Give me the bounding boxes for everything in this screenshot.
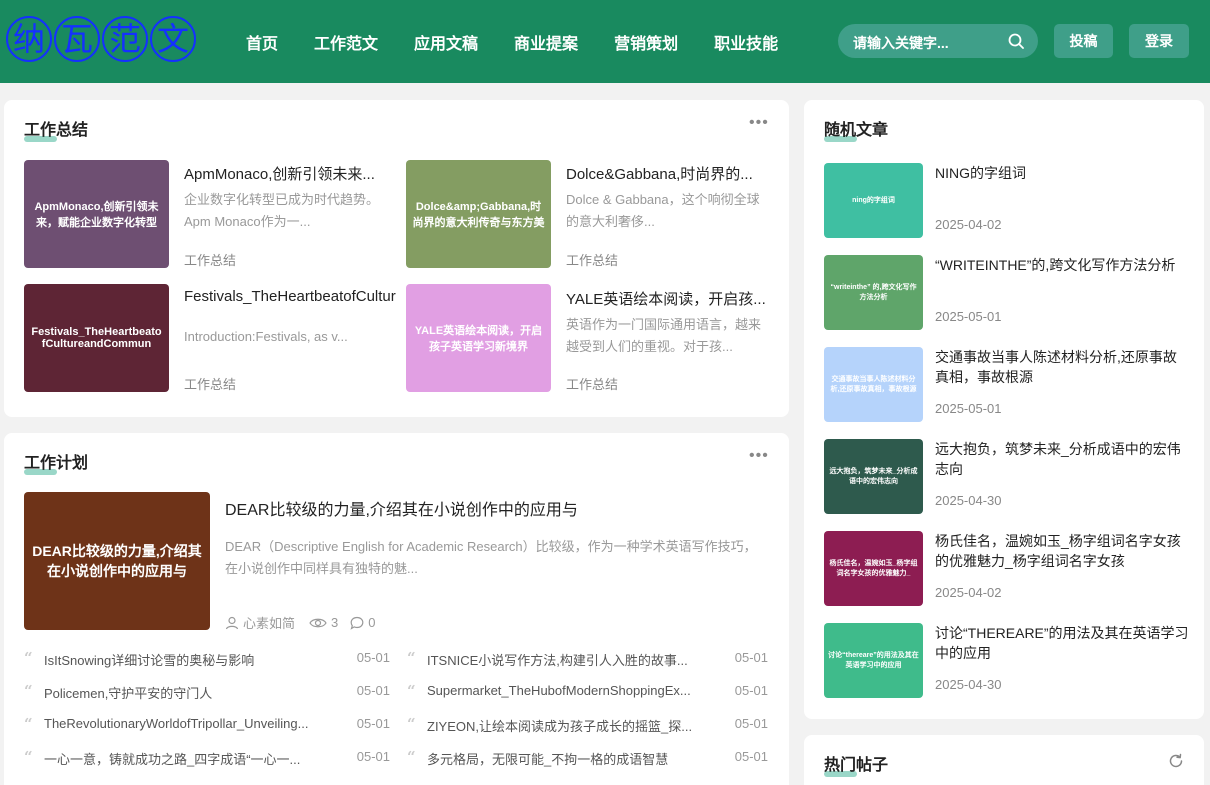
eye-icon [309,618,327,627]
featured-excerpt: DEAR（Descriptive English for Academic Re… [225,539,757,576]
list-item[interactable]: “ Supermarket_TheHubofModernShoppingEx..… [407,682,768,703]
comment-count: 0 [368,615,376,630]
side-article-title[interactable]: 讨论“THEREARE”的用法及其在英语学习中的应用 [935,623,1190,663]
article-thumbnail[interactable]: Dolce&amp;Gabbana,时尚界的意大利传奇与东方美 [406,160,551,268]
view-count: 3 [331,615,339,630]
article-excerpt: Dolce & Gabbana，这个响彻全球的意大利奢侈... [566,192,760,229]
thumbnail-text: Dolce&amp;Gabbana,时尚界的意大利传奇与东方美 [412,201,545,229]
section-title[interactable]: 工作计划 [24,449,88,473]
article-category[interactable]: 工作总结 [184,374,236,393]
nav-business-proposals[interactable]: 商业提案 [496,30,596,54]
work-summary-card: 工作总结 ••• ApmMonaco,创新引领未来，赋能企业数字化转型 ApmM… [4,100,789,417]
comment-icon [350,616,364,630]
side-article-date: 2025-04-30 [935,677,1002,692]
side-article-date: 2025-04-02 [935,585,1002,600]
thumbnail-text: ApmMonaco,创新引领未来，赋能企业数字化转型 [34,201,159,229]
list-item[interactable]: “ TheRevolutionaryWorldofTripollar_Unvei… [24,715,390,736]
side-thumbnail[interactable]: 交通事故当事人陈述材料分析,还原事故真相，事故根源 [824,347,923,422]
section-title[interactable]: 随机文章 [824,116,888,140]
thumbnail-text: YALE英语绘本阅读，开启孩子英语学习新境界 [414,325,543,353]
section-title[interactable]: 工作总结 [24,116,88,140]
side-article-title[interactable]: “WRITEINTHE”的,跨文化写作方法分析 [935,255,1190,275]
side-article-date: 2025-04-30 [935,493,1002,508]
article-category[interactable]: 工作总结 [566,250,618,269]
nav-work-templates[interactable]: 工作范文 [296,30,396,54]
featured-title[interactable]: DEAR比较级的力量,介绍其在小说创作中的应用与 [225,496,765,520]
side-article-title[interactable]: 杨氏佳名，温婉如玉_杨字组词名字女孩的优雅魅力_杨字组词名字女孩 [935,531,1190,571]
list-item[interactable]: “ ITSNICE小说写作方法,构建引人入胜的故事... 05-01 [407,649,768,670]
quote-icon: “ [407,715,416,733]
featured-thumbnail[interactable]: DEAR比较级的力量,介绍其在小说创作中的应用与 [24,492,210,630]
login-button[interactable]: 登录 [1129,24,1189,58]
submit-article-button[interactable]: 投稿 [1054,24,1113,58]
quote-icon: “ [24,748,33,766]
featured-meta: 心素如简 3 0 [225,613,375,632]
side-thumbnail[interactable]: 远大抱负，筑梦未来_分析成语中的宏伟志向 [824,439,923,514]
refresh-icon[interactable] [1168,753,1184,769]
hot-posts-card: 热门帖子 [804,735,1204,785]
article-category[interactable]: 工作总结 [184,250,236,269]
logo-char: 纳 [6,16,52,62]
nav-home[interactable]: 首页 [228,30,296,54]
author-name[interactable]: 心素如简 [243,613,295,632]
side-article-date: 2025-05-01 [935,309,1002,324]
search-input[interactable]: 请输入关键字... [838,24,1038,58]
quote-icon: “ [407,748,416,766]
list-item[interactable]: “ ZIYEON,让绘本阅读成为孩子成长的摇篮_探... 05-01 [407,715,768,736]
side-article-date: 2025-04-02 [935,217,1002,232]
list-item[interactable]: “ 一心一意，铸就成功之路_四字成语“一心一... 05-01 [24,748,390,769]
work-plan-card: 工作计划 ••• DEAR比较级的力量,介绍其在小说创作中的应用与 DEAR比较… [4,433,789,785]
side-thumbnail[interactable]: 讨论“thereare”的用法及其在英语学习中的应用 [824,623,923,698]
nav-career-skills[interactable]: 职业技能 [696,30,796,54]
search-placeholder: 请输入关键字... [853,35,949,51]
article-excerpt: Introduction:Festivals, as v... [184,329,348,344]
more-icon[interactable]: ••• [749,114,769,131]
main-nav: 首页 工作范文 应用文稿 商业提案 营销策划 职业技能 [228,0,796,83]
side-article-title[interactable]: NING的字组词 [935,163,1190,183]
more-icon[interactable]: ••• [749,447,769,464]
list-item[interactable]: “ IsItSnowing详细讨论雪的奥秘与影响 05-01 [24,649,390,670]
article-title[interactable]: YALE英语绘本阅读，开启孩... [566,288,766,309]
quote-icon: “ [24,715,33,733]
article-excerpt: 企业数字化转型已成为时代趋势。Apm Monaco作为一... [184,192,380,229]
article-thumbnail[interactable]: YALE英语绘本阅读，开启孩子英语学习新境界 [406,284,551,392]
article-title[interactable]: ApmMonaco,创新引领未来... [184,163,384,184]
logo-char: 瓦 [54,16,100,62]
site-logo[interactable]: 纳 瓦 范 文 [6,16,196,66]
quote-icon: “ [24,649,33,667]
side-thumbnail[interactable]: “writeinthe” 的,跨文化写作方法分析 [824,255,923,330]
thumbnail-text: Festivals_TheHeartbeatofCultureandCommun [31,326,162,350]
nav-application-drafts[interactable]: 应用文稿 [396,30,496,54]
side-article-title[interactable]: 交通事故当事人陈述材料分析,还原事故真相，事故根源 [935,347,1190,387]
logo-char: 范 [102,16,148,62]
side-thumbnail[interactable]: ning的字组词 [824,163,923,238]
side-thumbnail[interactable]: 杨氏佳名，温婉如玉_杨字组词名字女孩的优雅魅力_ [824,531,923,606]
logo-char: 文 [150,16,196,62]
thumbnail-text: DEAR比较级的力量,介绍其在小说创作中的应用与 [32,543,202,579]
site-header: 纳 瓦 范 文 首页 工作范文 应用文稿 商业提案 营销策划 职业技能 请输入关… [0,0,1210,83]
side-article-date: 2025-05-01 [935,401,1002,416]
article-title[interactable]: Dolce&Gabbana,时尚界的... [566,163,766,184]
random-articles-card: 随机文章 ning的字组词 NING的字组词 2025-04-02 “write… [804,100,1204,719]
article-thumbnail[interactable]: Festivals_TheHeartbeatofCultureandCommun [24,284,169,392]
nav-marketing-plans[interactable]: 营销策划 [596,30,696,54]
side-article-title[interactable]: 远大抱负，筑梦未来_分析成语中的宏伟志向 [935,439,1190,479]
quote-icon: “ [24,682,33,700]
article-thumbnail[interactable]: ApmMonaco,创新引领未来，赋能企业数字化转型 [24,160,169,268]
user-icon [225,616,239,629]
list-item[interactable]: “ 多元格局，无限可能_不拘一格的成语智慧 05-01 [407,748,768,769]
section-title[interactable]: 热门帖子 [824,751,888,775]
search-icon[interactable] [1008,33,1024,49]
article-excerpt: 英语作为一门国际通用语言，越来越受到人们的重视。对于孩... [566,317,762,354]
article-title[interactable]: Festivals_TheHeartbeatofCultur [184,288,397,305]
list-item[interactable]: “ Policemen,守护平安的守门人 05-01 [24,682,390,703]
article-category[interactable]: 工作总结 [566,374,618,393]
quote-icon: “ [407,682,416,700]
quote-icon: “ [407,649,416,667]
